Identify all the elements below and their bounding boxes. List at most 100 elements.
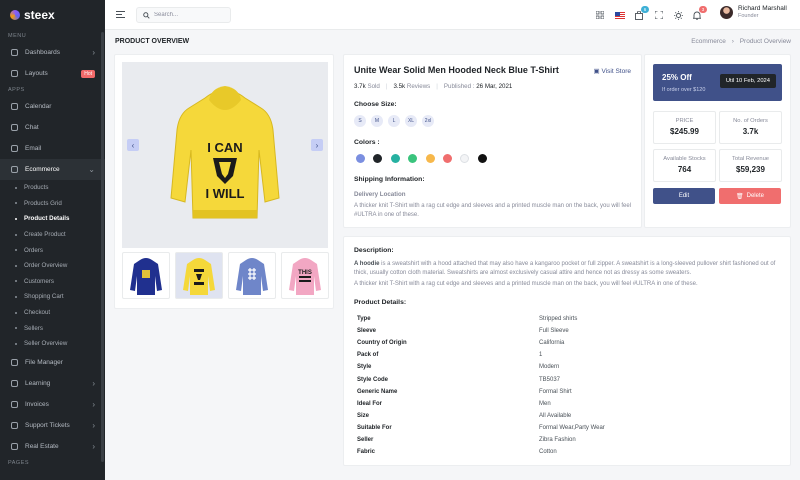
description-p1-text: is a sweatshirt with a hood attached tha… [354, 261, 776, 276]
sidebar-subitem-active[interactable]: Product Details [0, 211, 105, 227]
shopping-bag-icon[interactable]: 6 [634, 6, 649, 20]
sidebar-item-real-estate[interactable]: Real Estate › [0, 436, 105, 457]
delete-button[interactable]: 🗑 Delete [719, 188, 781, 204]
published-value: 26 Mar, 2021 [476, 83, 513, 90]
sidebar-subitem[interactable]: Customers [0, 274, 105, 290]
discount-condition: If order over $120 [662, 87, 706, 93]
sidebar-subitem[interactable]: Create Product [0, 227, 105, 243]
search-icon [143, 11, 150, 19]
thumbnail-blue-hoodie[interactable] [228, 252, 276, 299]
sidebar-item-invoices[interactable]: Invoices › [0, 394, 105, 415]
sidebar-item-label: Learning [25, 379, 51, 387]
brand[interactable]: steex [0, 0, 105, 30]
hamburger-menu-icon[interactable] [116, 11, 125, 18]
table-row: Type Stripped shirts [354, 313, 782, 325]
breadcrumb-link-ecommerce[interactable]: Ecommerce [691, 38, 726, 45]
table-row: Style Code TB5037 [354, 373, 782, 385]
stocks-label: Available Stocks [663, 156, 706, 162]
color-swatch[interactable] [477, 154, 487, 163]
color-swatch[interactable] [425, 154, 435, 163]
edit-button[interactable]: Edit [653, 188, 715, 204]
bell-icon[interactable]: 3 [692, 6, 707, 20]
sidebar-subitem[interactable]: Products [0, 180, 105, 196]
sidebar-item-label: Dashboards [25, 49, 61, 56]
sidebar-item-dashboards[interactable]: Dashboards › [0, 42, 105, 63]
apps-grid-icon[interactable] [595, 10, 605, 20]
sidebar-item-ecommerce[interactable]: Ecommerce ⌄ [0, 159, 105, 180]
sidebar-scrollbar[interactable] [101, 32, 104, 462]
thumbnail-yellow-hoodie[interactable] [175, 252, 223, 299]
sidebar-subitem[interactable]: Sellers [0, 320, 105, 336]
sidebar-item-support-tickets[interactable]: Support Tickets › [0, 415, 105, 436]
invoice-icon [11, 400, 18, 408]
sidebar-subitem[interactable]: Products Grid [0, 196, 105, 212]
sidebar-item-label: Calendar [25, 103, 52, 110]
detail-key: Pack of [357, 352, 379, 359]
blue-hoodie-icon [236, 257, 268, 295]
pages-section-title: PAGES [8, 459, 30, 466]
sidebar-item-label: File Manager [25, 358, 63, 366]
sidebar-item-learning[interactable]: Learning › [0, 373, 105, 394]
brand-logo-icon [10, 10, 20, 20]
search-box[interactable] [136, 7, 231, 23]
published-date: Published : 26 Mar, 2021 [444, 83, 512, 90]
product-details-table: Type Stripped shirts Sleeve Full Sleeve Coun… [354, 313, 782, 458]
user-profile[interactable]: Richard Marshall Founder [720, 5, 787, 19]
sidebar-item-file-manager[interactable]: File Manager [0, 352, 105, 373]
detail-value: Formal Shirt [539, 388, 572, 395]
orders-stat: No. of Orders 3.7k [719, 111, 782, 144]
size-option-xl[interactable]: XL [405, 115, 417, 127]
color-swatch[interactable] [408, 154, 418, 163]
product-gallery: I CAN I WILL ‹ › THIS [114, 54, 334, 309]
gallery-prev-button[interactable]: ‹ [127, 139, 139, 151]
sidebar-item-label: Email [25, 145, 42, 152]
color-swatch[interactable] [460, 154, 470, 163]
sidebar-item-calendar[interactable]: Calendar [0, 96, 105, 117]
sidebar: steex MENU Dashboards › Layouts Hot APPS… [0, 0, 105, 480]
detail-key: Ideal For [357, 400, 383, 407]
detail-value: Cotton [539, 449, 557, 456]
product-name: Unite Wear Solid Men Hooded Neck Blue T-… [354, 65, 559, 75]
product-meta: 3.7k Sold | 3.5k Reviews | Published : 2… [354, 83, 512, 90]
sidebar-subitem[interactable]: Order Overview [0, 258, 105, 274]
gallery-next-button[interactable]: › [311, 139, 323, 151]
sidebar-subitem[interactable]: Checkout [0, 305, 105, 321]
color-swatch[interactable] [442, 154, 452, 163]
thumbnail-pink-hoodie[interactable]: THIS [281, 252, 329, 299]
color-options [356, 154, 487, 163]
email-icon [11, 145, 18, 152]
discount-until-date: Util 10 Feb, 2024 [719, 74, 776, 88]
chevron-right-icon: › [92, 378, 95, 388]
calendar-icon [11, 103, 18, 110]
fullscreen-icon[interactable] [654, 10, 664, 20]
search-input[interactable] [154, 12, 224, 18]
visit-store-link[interactable]: ▣ Visit Store [594, 67, 631, 75]
size-option-s[interactable]: S [354, 115, 366, 127]
table-row: Style Modern [354, 361, 782, 373]
reviews-count: 3.5k Reviews [393, 83, 430, 90]
choose-size-label: Choose Size: [354, 101, 397, 108]
hot-badge: Hot [81, 69, 95, 78]
sidebar-item-chat[interactable]: Chat [0, 117, 105, 138]
sidebar-item-layouts[interactable]: Layouts Hot [0, 63, 105, 84]
sidebar-subitem[interactable]: Orders [0, 242, 105, 258]
size-option-l[interactable]: L [388, 115, 400, 127]
breadcrumb-separator: › [731, 38, 734, 45]
thumbnail-navy-hoodie[interactable] [122, 252, 170, 299]
pink-hoodie-icon: THIS [289, 257, 321, 295]
detail-key: Generic Name [357, 388, 398, 395]
stocks-stat: Available Stocks 764 [653, 149, 716, 182]
sidebar-subitem[interactable]: Seller Overview [0, 336, 105, 352]
color-swatch[interactable] [356, 154, 365, 163]
size-option-2xl[interactable]: 2xl [422, 115, 434, 127]
folder-icon [11, 358, 18, 366]
sidebar-item-email[interactable]: Email [0, 138, 105, 159]
theme-sun-icon[interactable] [673, 10, 683, 20]
sidebar-subitem[interactable]: Shopping Cart [0, 289, 105, 305]
color-swatch[interactable] [373, 154, 383, 163]
us-flag-icon[interactable] [615, 10, 625, 20]
color-swatch[interactable] [390, 154, 400, 163]
thumbnail-strip: THIS [122, 252, 329, 299]
size-option-m[interactable]: M [371, 115, 383, 127]
detail-value: 1 [539, 352, 543, 359]
